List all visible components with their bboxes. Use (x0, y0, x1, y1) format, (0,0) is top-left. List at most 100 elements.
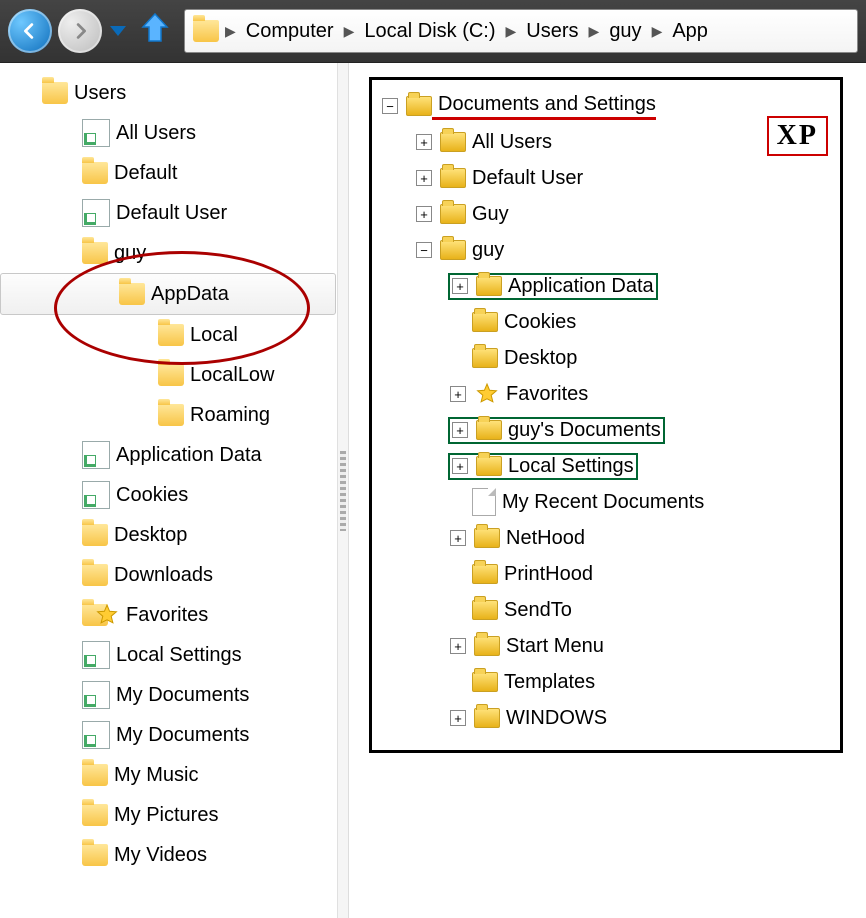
tree-item[interactable]: guy (0, 233, 348, 273)
collapse-icon[interactable]: − (382, 98, 398, 114)
tree-item-label: My Documents (110, 684, 249, 707)
tree-item[interactable]: My Documents (0, 715, 348, 755)
folder-icon (82, 242, 108, 264)
tree-item[interactable]: + guy's Documents (382, 412, 830, 448)
navigation-pane: Users All Users Default Default User guy AppD… (0, 63, 349, 918)
tree-item-label: All Users (466, 131, 552, 154)
expand-icon[interactable]: + (416, 206, 432, 222)
folder-icon (193, 20, 219, 42)
tree-item[interactable]: Default User (0, 193, 348, 233)
star-icon (94, 603, 120, 627)
back-button[interactable] (8, 9, 52, 53)
tree-item[interactable]: Roaming (0, 395, 348, 435)
history-dropdown[interactable] (110, 26, 126, 36)
pane-divider[interactable] (337, 63, 348, 918)
tree-item[interactable]: +Local Settings (382, 448, 830, 484)
tree-item[interactable]: AppData (0, 273, 336, 315)
tree-item[interactable]: SendTo (382, 592, 830, 628)
tree-item[interactable]: My Pictures (0, 795, 348, 835)
expand-icon[interactable]: + (450, 638, 466, 654)
up-button[interactable] (140, 11, 170, 51)
breadcrumb-item[interactable]: Users (522, 18, 582, 45)
breadcrumb-item[interactable]: guy (605, 18, 645, 45)
shortcut-icon (82, 681, 110, 709)
breadcrumb-item[interactable]: App (668, 18, 712, 45)
forward-button[interactable] (58, 9, 102, 53)
grip-icon (340, 451, 346, 531)
tree-item[interactable]: +Guy (382, 196, 830, 232)
folder-icon (474, 528, 500, 548)
folder-icon (472, 348, 498, 368)
expand-icon[interactable]: + (450, 530, 466, 546)
breadcrumb-item[interactable]: Local Disk (C:) (360, 18, 499, 45)
folder-icon (476, 420, 502, 440)
tree-item[interactable]: +NetHood (382, 520, 830, 556)
tree-item[interactable]: − Documents and Settings (382, 88, 830, 124)
tree-item-label: Default User (466, 167, 583, 190)
tree-item[interactable]: Cookies (382, 304, 830, 340)
tree-item[interactable]: My Music (0, 755, 348, 795)
tree-item[interactable]: Downloads (0, 555, 348, 595)
tree-item[interactable]: Templates (382, 664, 830, 700)
tree-item[interactable]: Default (0, 153, 348, 193)
collapse-icon[interactable]: − (416, 242, 432, 258)
expand-icon[interactable]: + (416, 170, 432, 186)
tree-item-label: WINDOWS (500, 707, 607, 730)
chevron-right-icon: ▶ (225, 23, 236, 40)
folder-icon (476, 456, 502, 476)
tree-item[interactable]: + Default User (382, 160, 830, 196)
tree-item-label: guy (466, 239, 504, 262)
expand-icon[interactable]: + (452, 422, 468, 438)
folder-icon (82, 524, 108, 546)
arrow-up-icon (140, 11, 170, 45)
shortcut-icon (82, 441, 110, 469)
tree-item[interactable]: − guy (382, 232, 830, 268)
tree-item-label: LocalLow (184, 364, 275, 387)
tree-item[interactable]: + All Users (382, 124, 830, 160)
tree-item-label: Documents and Settings (432, 93, 656, 120)
folder-open-icon (440, 240, 466, 260)
expand-icon[interactable]: + (452, 278, 468, 294)
content-pane: XP −Documents and Settings+All Users+Def… (349, 63, 866, 918)
tree-item[interactable]: Cookies (0, 475, 348, 515)
expand-icon[interactable]: + (416, 134, 432, 150)
tree-item-label: Application Data (110, 444, 262, 467)
folder-icon (82, 162, 108, 184)
tree-item[interactable]: Users (0, 73, 348, 113)
spacer (450, 495, 464, 509)
folder-icon (476, 276, 502, 296)
tree-item[interactable]: + WINDOWS (382, 700, 830, 736)
xp-folder-tree[interactable]: −Documents and Settings+All Users+Defaul… (382, 88, 830, 736)
tree-item-label: guy's Documents (502, 419, 661, 442)
tree-item[interactable]: My Videos (0, 835, 348, 875)
tree-item[interactable]: PrintHood (382, 556, 830, 592)
address-bar[interactable]: ▶ Computer ▶ Local Disk (C:) ▶ Users ▶ g… (184, 9, 858, 53)
explorer-window: ▶ Computer ▶ Local Disk (C:) ▶ Users ▶ g… (0, 0, 866, 918)
tree-item[interactable]: LocalLow (0, 355, 348, 395)
tree-item[interactable]: All Users (0, 113, 348, 153)
folder-icon (440, 168, 466, 188)
tree-item-label: guy (108, 242, 146, 265)
tree-item[interactable]: Desktop (0, 515, 348, 555)
tree-item[interactable]: Application Data (0, 435, 348, 475)
expand-icon[interactable]: + (452, 458, 468, 474)
tree-item-label: My Pictures (108, 804, 218, 827)
expand-icon[interactable]: + (450, 710, 466, 726)
tree-item-label: Cookies (498, 311, 576, 334)
tree-item-label: Downloads (108, 564, 213, 587)
tree-item[interactable]: My Recent Documents (382, 484, 830, 520)
tree-item-label: Users (68, 82, 126, 105)
tree-item[interactable]: Local Settings (0, 635, 348, 675)
tree-item[interactable]: Favorites (0, 595, 348, 635)
tree-item[interactable]: +Start Menu (382, 628, 830, 664)
tree-item[interactable]: +Favorites (382, 376, 830, 412)
tree-item-label: Default (108, 162, 177, 185)
tree-item[interactable]: +Application Data (382, 268, 830, 304)
expand-icon[interactable]: + (450, 386, 466, 402)
folder-tree[interactable]: Users All Users Default Default User guy AppD… (0, 73, 348, 875)
tree-item[interactable]: Desktop (382, 340, 830, 376)
tree-item[interactable]: Local (0, 315, 348, 355)
spacer (450, 315, 464, 329)
tree-item[interactable]: My Documents (0, 675, 348, 715)
breadcrumb-item[interactable]: Computer (242, 18, 338, 45)
